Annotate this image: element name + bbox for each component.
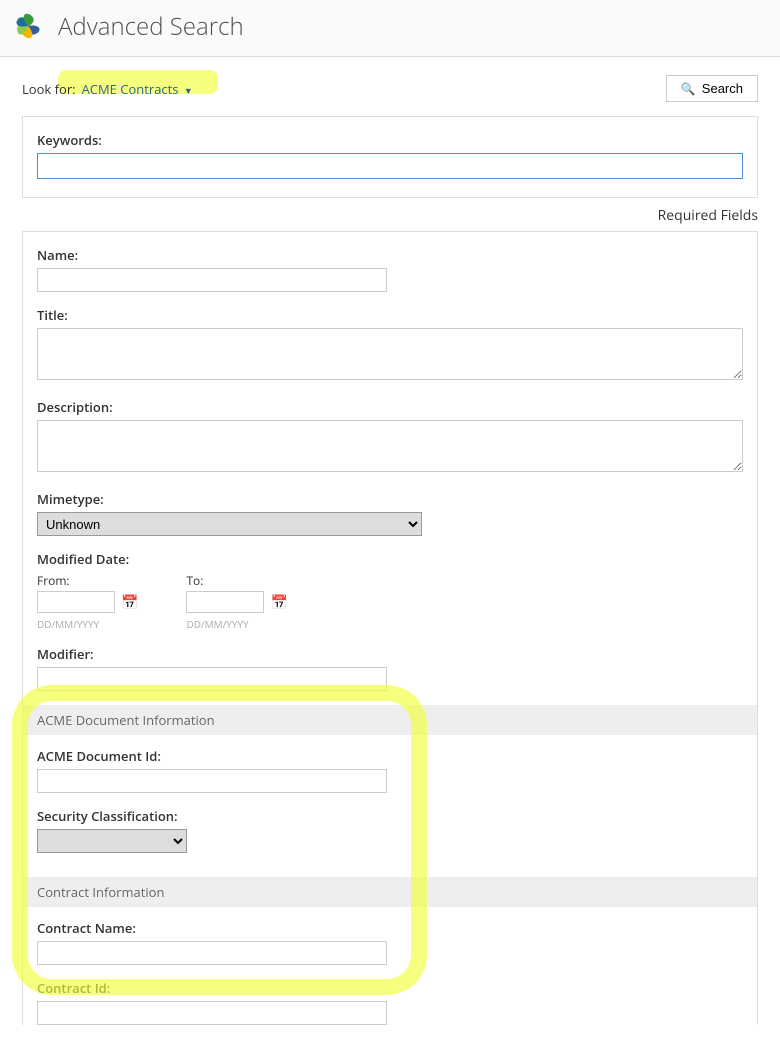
- search-button[interactable]: 🔍 Search: [666, 75, 758, 102]
- lookfor-dropdown[interactable]: ACME Contracts ▼: [82, 80, 193, 98]
- title-label: Title:: [37, 306, 743, 324]
- lookfor-label: Look for:: [22, 80, 76, 98]
- acme-doc-id-input[interactable]: [37, 769, 387, 793]
- security-class-label: Security Classification:: [37, 807, 743, 825]
- search-icon: 🔍: [681, 82, 696, 96]
- contract-section-header: Contract Information: [23, 877, 757, 907]
- from-format-hint: DD/MM/YYYY: [37, 617, 138, 631]
- to-date-input[interactable]: [186, 591, 264, 613]
- modifier-label: Modifier:: [37, 645, 743, 663]
- keywords-input[interactable]: [37, 153, 743, 179]
- lookfor-value: ACME Contracts: [82, 80, 179, 98]
- description-textarea[interactable]: [37, 420, 743, 472]
- contract-id-input[interactable]: [37, 1001, 387, 1025]
- calendar-icon[interactable]: 📅: [121, 593, 138, 612]
- name-label: Name:: [37, 246, 743, 264]
- mimetype-select[interactable]: Unknown: [37, 512, 422, 536]
- search-button-label: Search: [702, 81, 743, 96]
- page-title: Advanced Search: [58, 10, 244, 43]
- from-label: From:: [37, 572, 138, 589]
- acme-doc-section-header: ACME Document Information: [23, 705, 757, 735]
- description-label: Description:: [37, 398, 743, 416]
- keywords-panel: Keywords:: [22, 116, 758, 198]
- modifier-input[interactable]: [37, 667, 387, 691]
- to-label: To:: [186, 572, 287, 589]
- search-toolbar: Look for: ACME Contracts ▼ 🔍 Search: [0, 57, 780, 116]
- from-date-input[interactable]: [37, 591, 115, 613]
- chevron-down-icon: ▼: [184, 84, 193, 97]
- calendar-icon[interactable]: 📅: [270, 593, 287, 612]
- app-logo-icon: [10, 8, 46, 44]
- page-header: Advanced Search: [0, 0, 780, 57]
- security-class-select[interactable]: [37, 829, 187, 853]
- name-input[interactable]: [37, 268, 387, 292]
- acme-doc-id-label: ACME Document Id:: [37, 747, 743, 765]
- contract-name-label: Contract Name:: [37, 919, 743, 937]
- contract-id-label: Contract Id:: [37, 979, 743, 997]
- mimetype-label: Mimetype:: [37, 490, 743, 508]
- main-form-panel: Name: Title: Description: Mimetype: Unkn…: [22, 231, 758, 1025]
- modified-date-label: Modified Date:: [37, 550, 743, 568]
- contract-name-input[interactable]: [37, 941, 387, 965]
- to-format-hint: DD/MM/YYYY: [186, 617, 287, 631]
- title-textarea[interactable]: [37, 328, 743, 380]
- required-fields-label: Required Fields: [0, 206, 758, 225]
- keywords-label: Keywords:: [37, 131, 743, 149]
